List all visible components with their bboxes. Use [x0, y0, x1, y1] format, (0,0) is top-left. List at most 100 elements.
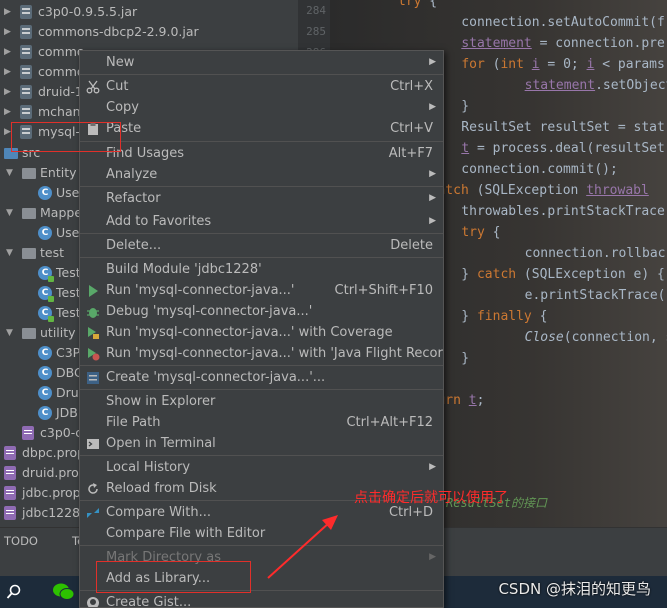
menu-item-label: Run 'mysql-connector-java...' with Cover…	[106, 325, 393, 340]
tree-item-label: c3p0-c	[40, 425, 83, 440]
github-icon	[86, 596, 100, 607]
folder-icon	[22, 248, 36, 259]
menu-item-compare-file-with-editor[interactable]: Compare File with Editor	[80, 523, 443, 544]
expand-right-icon[interactable]: ▶	[4, 82, 14, 102]
submenu-arrow-icon: ▶	[429, 102, 436, 112]
run-config-icon	[86, 371, 100, 385]
menu-item-find-usages[interactable]: Find Usages Alt+F7	[80, 143, 443, 164]
jar-icon	[20, 65, 32, 79]
class-icon: C	[38, 226, 52, 240]
menu-item-run-mysql-connector-java-with-java-flight-recorder[interactable]: Run 'mysql-connector-java...' with 'Java…	[80, 343, 443, 364]
folder-icon	[22, 328, 36, 339]
add-as-library-highlight	[96, 561, 251, 593]
folder-icon	[22, 208, 36, 219]
tree-item-label: Entity	[40, 165, 77, 180]
menu-item-copy[interactable]: Copy ▶	[80, 97, 443, 118]
tree-item-label: Test	[56, 305, 81, 320]
menu-item-create-mysql-connector-java[interactable]: Create 'mysql-connector-java...'...	[80, 367, 443, 388]
menu-item-show-in-explorer[interactable]: Show in Explorer	[80, 391, 443, 412]
menu-item-label: Run 'mysql-connector-java...'	[106, 283, 295, 298]
menu-item-label: Copy	[106, 100, 139, 115]
code-token: < params	[594, 57, 665, 72]
menu-item-shortcut: Alt+F7	[388, 146, 433, 161]
test-class-icon: C	[38, 266, 54, 282]
tree-item-label: Test	[56, 265, 81, 280]
test-class-icon: C	[38, 306, 54, 322]
expand-down-icon[interactable]: ▼	[6, 203, 16, 223]
menu-item-label: Delete...	[106, 238, 162, 253]
expand-right-icon[interactable]: ▶	[4, 22, 14, 42]
menu-item-refactor[interactable]: Refactor ▶	[80, 188, 443, 209]
code-line: for (int i = 0; i < params	[430, 54, 665, 75]
menu-separator	[80, 74, 443, 75]
code-token: {	[531, 309, 548, 324]
context-menu[interactable]: New ▶ Cut Ctrl+X Copy ▶ Paste Ctrl+V Find Usages…	[79, 50, 444, 608]
expand-down-icon[interactable]: ▼	[6, 163, 16, 183]
menu-separator	[80, 141, 443, 142]
tree-item-label: JDB	[56, 405, 78, 420]
menu-item-new[interactable]: New ▶	[80, 52, 443, 73]
expand-down-icon[interactable]: ▼	[6, 323, 16, 343]
expand-right-icon[interactable]: ▶	[4, 42, 14, 62]
tree-item[interactable]: ▶ commons-dbcp2-2.9.0.jar	[0, 22, 298, 42]
submenu-arrow-icon: ▶	[429, 193, 436, 203]
wechat-icon[interactable]	[52, 582, 76, 602]
menu-item-local-history[interactable]: Local History ▶	[80, 457, 443, 478]
jar-icon	[20, 5, 32, 19]
code-line: connection.commit();	[430, 159, 618, 180]
code-line: } catch (SQLException e) {	[430, 264, 665, 285]
code-token: ResultSet resultSet = stat	[430, 120, 665, 135]
code-line: statement = connection.pre	[430, 33, 665, 54]
menu-item-add-to-favorites[interactable]: Add to Favorites ▶	[80, 211, 443, 232]
class-icon: C	[38, 186, 52, 200]
menu-item-label: Run 'mysql-connector-java...' with 'Java…	[106, 346, 444, 361]
menu-item-label: Reload from Disk	[106, 481, 217, 496]
tree-item-label: test	[40, 245, 65, 260]
jar-icon	[20, 25, 32, 39]
submenu-arrow-icon: ▶	[429, 216, 436, 226]
todo-tab[interactable]: TODO	[4, 534, 38, 548]
annotation-text: 点击确定后就可以使用了	[354, 490, 508, 506]
code-token: throwables.printStackTrace	[430, 204, 665, 219]
menu-item-debug-mysql-connector-java[interactable]: Debug 'mysql-connector-java...'	[80, 301, 443, 322]
expand-right-icon[interactable]: ▶	[4, 2, 14, 22]
menu-item-label: Debug 'mysql-connector-java...'	[106, 304, 313, 319]
expand-down-icon[interactable]: ▼	[6, 243, 16, 263]
menu-item-delete[interactable]: Delete... Delete	[80, 235, 443, 256]
menu-item-label: New	[106, 55, 135, 70]
code-token: t	[468, 393, 477, 408]
code-token: statement	[524, 78, 596, 93]
properties-icon	[4, 506, 16, 520]
menu-item-run-mysql-connector-java-with-coverage[interactable]: Run 'mysql-connector-java...' with Cover…	[80, 322, 443, 343]
code-line: statement.setObject( p	[462, 75, 667, 96]
coverage-icon	[86, 326, 100, 340]
menu-item-open-in-terminal[interactable]: Open in Terminal	[80, 433, 443, 454]
menu-item-shortcut: Ctrl+Alt+F12	[346, 415, 433, 430]
tree-item-label: commo	[38, 44, 85, 59]
menu-separator	[80, 257, 443, 258]
code-token: t	[461, 141, 470, 156]
tree-item[interactable]: ▶ c3p0-0.9.5.5.jar	[0, 2, 298, 22]
code-token: catch	[476, 267, 517, 282]
class-icon: C	[38, 386, 52, 400]
code-token: e.printStackTrace();	[462, 288, 667, 303]
code-token: statement	[461, 36, 532, 51]
menu-item-cut[interactable]: Cut Ctrl+X	[80, 76, 443, 97]
menu-item-create-gist[interactable]: Create Gist...	[80, 592, 443, 607]
search-icon[interactable]	[6, 584, 22, 600]
menu-item-label: Create 'mysql-connector-java...'...	[106, 370, 326, 385]
code-line: } finally {	[430, 306, 547, 327]
code-token: Close	[524, 330, 564, 345]
menu-item-analyze[interactable]: Analyze ▶	[80, 164, 443, 185]
menu-item-shortcut: Delete	[390, 238, 433, 253]
menu-item-file-path[interactable]: File Path Ctrl+Alt+F12	[80, 412, 443, 433]
code-token: (SQLException	[468, 183, 587, 198]
expand-right-icon[interactable]: ▶	[4, 62, 14, 82]
menu-item-run-mysql-connector-java[interactable]: Run 'mysql-connector-java...' Ctrl+Shift+…	[80, 280, 443, 301]
menu-item-paste[interactable]: Paste Ctrl+V	[80, 118, 443, 139]
expand-right-icon[interactable]: ▶	[4, 102, 14, 122]
menu-item-build-module-jdbc1228[interactable]: Build Module 'jdbc1228'	[80, 259, 443, 280]
